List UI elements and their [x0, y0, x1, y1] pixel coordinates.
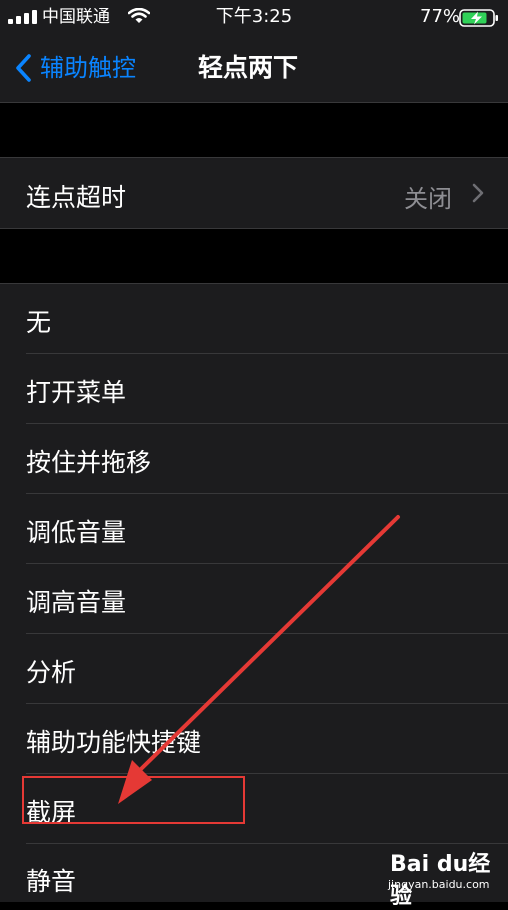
- baidu-jingyan-watermark: Bai du经验 jingyan.baidu.com: [386, 842, 504, 909]
- back-button[interactable]: 辅助触控: [14, 50, 136, 86]
- navigation-bar: 辅助触控 轻点两下: [0, 36, 508, 102]
- action-item-label: 无: [26, 308, 52, 337]
- action-item-volume-up[interactable]: 调高音量: [0, 564, 508, 634]
- watermark-url: jingyan.baidu.com: [388, 878, 490, 891]
- action-item-label: 调高音量: [26, 588, 127, 617]
- action-item-hold-and-drag[interactable]: 按住并拖移: [0, 424, 508, 494]
- tap-timeout-row[interactable]: 连点超时 关闭: [0, 158, 508, 228]
- action-item-label: 分析: [26, 658, 77, 687]
- battery-percentage: 77%: [420, 6, 461, 27]
- action-item-label: 辅助功能快捷键: [26, 728, 202, 757]
- battery-charging-icon: [459, 9, 498, 27]
- chevron-left-icon: [16, 54, 31, 82]
- group-bottom-divider: [0, 228, 508, 229]
- action-item-open-menu[interactable]: 打开菜单: [0, 354, 508, 424]
- back-button-label: 辅助触控: [40, 54, 136, 82]
- chevron-right-icon: [472, 183, 484, 203]
- page-title: 轻点两下: [198, 53, 299, 82]
- nav-divider: [0, 102, 508, 103]
- action-item-label: 静音: [26, 867, 77, 896]
- status-bar: 中国联通 下午3:25 77%: [0, 0, 508, 36]
- action-item-label: 调低音量: [26, 518, 127, 547]
- tap-timeout-value: 关闭: [404, 185, 452, 213]
- action-item-accessibility-shortcut[interactable]: 辅助功能快捷键: [0, 704, 508, 774]
- action-item-volume-down[interactable]: 调低音量: [0, 494, 508, 564]
- action-item-label: 按住并拖移: [26, 448, 152, 477]
- action-item-label: 打开菜单: [26, 378, 127, 407]
- screenshot-highlight-box: [22, 776, 245, 824]
- action-item-none[interactable]: 无: [0, 284, 508, 354]
- action-item-analytics[interactable]: 分析: [0, 634, 508, 704]
- tap-timeout-label: 连点超时: [26, 183, 127, 212]
